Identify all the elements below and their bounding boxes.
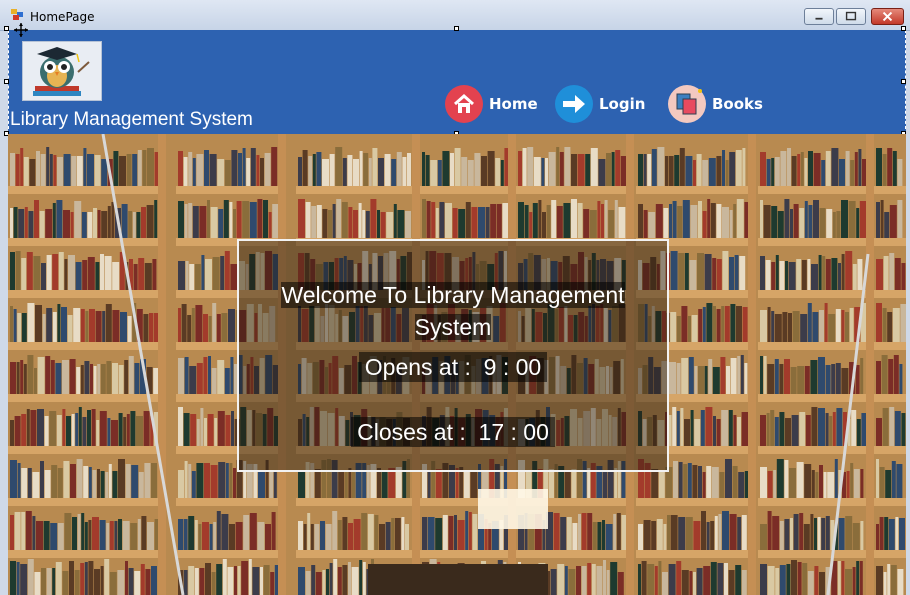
nav-books-button[interactable]: Books bbox=[668, 84, 763, 124]
arrow-right-icon bbox=[555, 85, 593, 123]
move-handle-icon[interactable] bbox=[14, 22, 28, 37]
minimize-button[interactable] bbox=[804, 8, 834, 25]
nav-home-button[interactable]: Home bbox=[445, 84, 538, 124]
resize-handle[interactable] bbox=[4, 79, 9, 84]
app-title: Library Management System bbox=[10, 109, 253, 130]
books-icon bbox=[668, 85, 706, 123]
closes-label: Closes at : bbox=[357, 419, 466, 445]
opens-label: Opens at : bbox=[364, 354, 471, 380]
closing-hours: Closes at : 17 : 00 bbox=[239, 417, 667, 447]
opens-time: 9 : 00 bbox=[483, 354, 542, 380]
header-panel: Library Management System Home Login Boo… bbox=[8, 30, 906, 134]
welcome-line-1: Welcome To Library Management bbox=[281, 282, 625, 308]
resize-handle[interactable] bbox=[4, 26, 9, 31]
opening-hours: Opens at : 9 : 00 bbox=[239, 352, 667, 382]
nav-login-label: Login bbox=[599, 95, 646, 113]
nav-books-label: Books bbox=[712, 95, 763, 113]
welcome-heading: Welcome To Library Management System bbox=[239, 279, 667, 343]
close-button[interactable] bbox=[871, 8, 904, 25]
maximize-button[interactable] bbox=[836, 8, 866, 25]
welcome-line-2: System bbox=[414, 314, 492, 340]
closes-time: 17 : 00 bbox=[478, 419, 549, 445]
nav-login-button[interactable]: Login bbox=[555, 84, 645, 124]
resize-handle[interactable] bbox=[901, 79, 906, 84]
home-icon bbox=[445, 85, 483, 123]
nav-home-label: Home bbox=[489, 95, 538, 113]
window-title: HomePage bbox=[30, 10, 95, 24]
owl-logo bbox=[22, 41, 102, 101]
app-window-icon bbox=[11, 9, 24, 20]
welcome-panel: Welcome To Library Management System Ope… bbox=[237, 239, 669, 472]
minimize-icon bbox=[815, 17, 823, 20]
maximize-icon bbox=[845, 11, 857, 21]
resize-handle[interactable] bbox=[454, 26, 459, 31]
close-icon bbox=[882, 11, 893, 22]
resize-handle[interactable] bbox=[901, 26, 906, 31]
